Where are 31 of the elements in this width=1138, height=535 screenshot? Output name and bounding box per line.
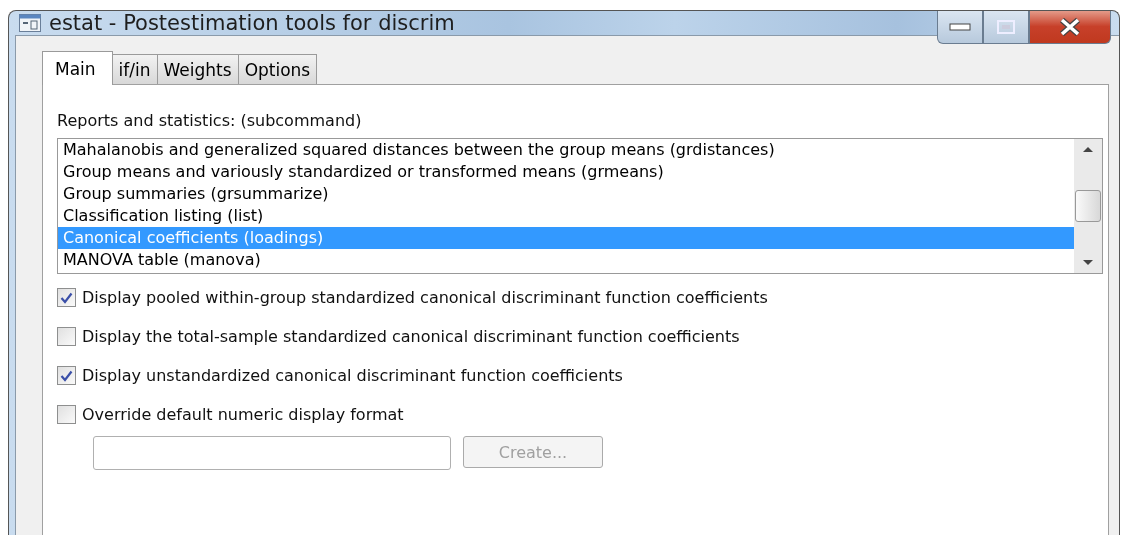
- format-input-field[interactable]: [93, 436, 451, 470]
- window-title: estat - Postestimation tools for discrim: [49, 11, 455, 35]
- checkbox-label: Display unstandardized canonical discriminant function coefficients: [82, 366, 623, 385]
- list-item[interactable]: Classification listing (list): [58, 205, 1074, 227]
- window-icon: [19, 14, 41, 32]
- checkbox[interactable]: [57, 366, 76, 385]
- close-icon: [1059, 16, 1081, 37]
- checkbox[interactable]: [57, 405, 76, 424]
- tab[interactable]: Main: [42, 51, 113, 85]
- tab[interactable]: Options: [237, 54, 318, 84]
- list-item[interactable]: Mahalanobis and generalized squared distances between the group means (grdistances): [58, 139, 1074, 161]
- minimize-button[interactable]: [937, 11, 983, 44]
- tab[interactable]: if/in: [111, 54, 158, 84]
- tab[interactable]: Weights: [156, 54, 239, 84]
- scroll-down-icon[interactable]: [1082, 259, 1094, 267]
- maximize-icon: [997, 19, 1015, 34]
- maximize-button[interactable]: [983, 11, 1029, 44]
- scroll-up-icon[interactable]: [1082, 145, 1094, 153]
- list-item[interactable]: Group means and variously standardized or transformed means (grmeans): [58, 161, 1074, 183]
- list-label: Reports and statistics: (subcommand): [57, 111, 363, 130]
- list-item[interactable]: Group summaries (grsummarize): [58, 183, 1074, 205]
- minimize-icon: [949, 22, 971, 31]
- close-button[interactable]: [1029, 11, 1111, 44]
- scroll-thumb[interactable]: [1075, 190, 1101, 222]
- checkbox[interactable]: [57, 288, 76, 307]
- checkbox[interactable]: [57, 327, 76, 346]
- scrollbar[interactable]: [1074, 139, 1102, 273]
- list-item[interactable]: MANOVA table (manova): [58, 249, 1074, 271]
- checkbox-label: Display the total-sample standardized canonical discriminant function coefficients: [82, 327, 740, 346]
- checkbox-label: Override default numeric display format: [82, 405, 404, 424]
- checkbox-label: Display pooled within-group standardized canonical discriminant function coefficients: [82, 288, 768, 307]
